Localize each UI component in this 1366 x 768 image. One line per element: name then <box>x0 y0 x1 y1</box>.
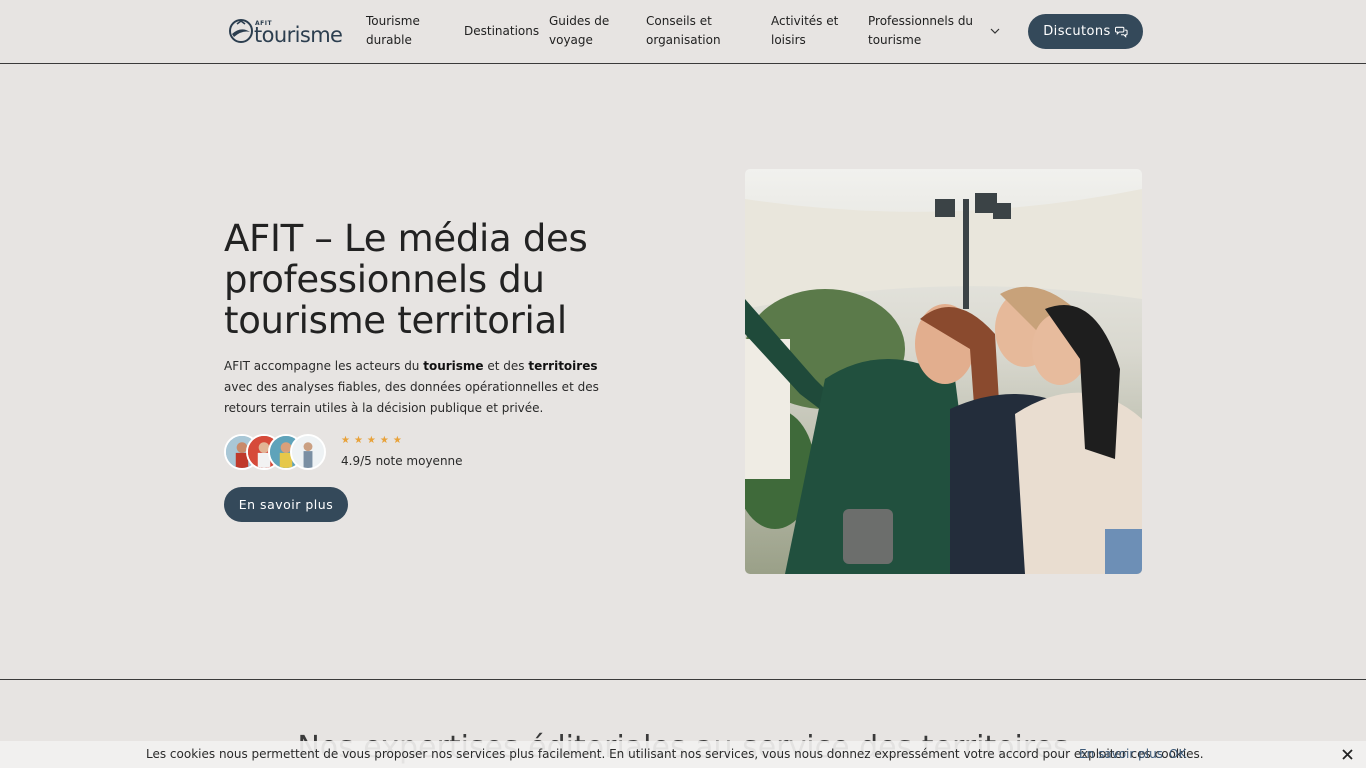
chevron-down-icon[interactable] <box>989 25 1001 37</box>
nav-label-line2: durable <box>366 33 412 47</box>
hero-desc-text: et des <box>483 359 529 373</box>
nav-label-line2: organisation <box>646 33 721 47</box>
hero-desc-text: avec des analyses fiables, des données o… <box>224 380 599 415</box>
nav-item-destinations[interactable]: Destinations <box>464 22 539 41</box>
nav-label-line2: voyage <box>549 33 593 47</box>
rating-stars: ★★★★★ <box>341 435 406 446</box>
hero-desc-bold: tourisme <box>423 359 484 373</box>
nav-item-conseils-et-organisation[interactable]: Conseils et organisation <box>646 12 721 50</box>
hero-photo <box>745 169 1142 574</box>
hero-description: AFIT accompagne les acteurs du tourisme … <box>224 356 624 419</box>
rating-text: 4.9/5 note moyenne <box>341 454 463 468</box>
chat-icon <box>1114 26 1128 38</box>
close-icon[interactable] <box>1341 748 1354 761</box>
discutons-label: Discutons <box>1043 24 1111 39</box>
site-logo[interactable]: AFIT tourisme <box>228 17 343 47</box>
avatar <box>290 434 326 470</box>
nav-label-line1: Destinations <box>464 24 540 38</box>
nav-item-professionnels-du-tourisme[interactable]: Professionnels du tourisme <box>868 12 973 50</box>
hero-title: AFIT – Le média des professionnels du to… <box>224 217 588 342</box>
hero-photo-illustration <box>745 169 1142 574</box>
en-savoir-plus-button[interactable]: En savoir plus <box>224 487 348 522</box>
nav-label-line1: Professionnels du <box>868 14 974 28</box>
logo-emblem-icon <box>229 19 253 43</box>
nav-item-activites-et-loisirs[interactable]: Activités et loisirs <box>771 12 838 50</box>
nav-label-line2: tourisme <box>868 33 922 47</box>
cookie-more-link[interactable]: En savoir plus <box>1079 747 1163 761</box>
site-header: AFIT tourisme Tourisme durable Destinati… <box>0 0 1366 64</box>
nav-label-line2: loisirs <box>771 33 806 47</box>
nav-label-line1: Guides de <box>549 14 610 28</box>
nav-label-line1: Tourisme <box>366 14 420 28</box>
nav-label-line1: Activités et <box>771 14 839 28</box>
section-divider <box>0 679 1366 680</box>
avatar-group <box>224 434 334 470</box>
hero-desc-bold: territoires <box>528 359 598 373</box>
cookie-banner: Les cookies nous permettent de vous prop… <box>0 741 1366 768</box>
nav-label-line1: Conseils et <box>646 14 712 28</box>
logo-text: tourisme <box>254 23 343 47</box>
cookie-text: Les cookies nous permettent de vous prop… <box>146 747 1204 761</box>
hero-desc-text: AFIT accompagne les acteurs du <box>224 359 424 373</box>
cookie-ok-button[interactable]: OK <box>1169 747 1186 761</box>
nav-item-guides-de-voyage[interactable]: Guides de voyage <box>549 12 609 50</box>
discutons-button[interactable]: Discutons <box>1028 14 1143 49</box>
nav-item-tourisme-durable[interactable]: Tourisme durable <box>366 12 420 50</box>
